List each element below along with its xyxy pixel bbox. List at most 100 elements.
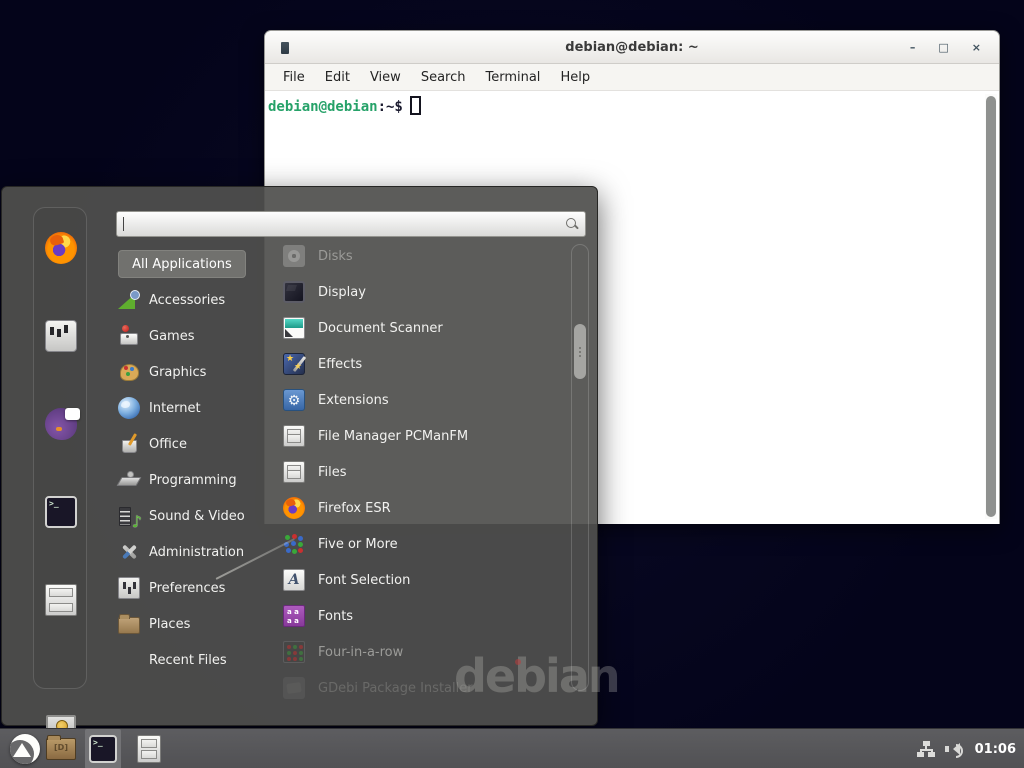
app-label: Files — [318, 465, 347, 480]
category-label: Office — [149, 437, 187, 452]
app-label: Document Scanner — [318, 321, 443, 336]
close-button[interactable]: × — [972, 42, 981, 53]
app-list-scrollbar-thumb[interactable] — [574, 324, 586, 379]
menu-view[interactable]: View — [360, 66, 411, 89]
gdebi-icon — [283, 677, 305, 699]
app-label: Fonts — [318, 609, 353, 624]
category-sound-video[interactable]: Sound & Video — [118, 498, 278, 534]
menu-terminal[interactable]: Terminal — [475, 66, 550, 89]
terminal-titlebar[interactable]: debian@debian: ~ – □ × — [265, 31, 999, 64]
desktop: debian@debian: ~ – □ × File Edit View Se… — [0, 0, 1024, 768]
app-extensions[interactable]: Extensions — [283, 382, 559, 418]
app-label: Five or More — [318, 537, 398, 552]
app-five-or-more[interactable]: Five or More — [283, 526, 559, 562]
category-programming[interactable]: Programming — [118, 462, 278, 498]
terminal-scrollbar[interactable] — [985, 94, 997, 519]
app-files[interactable]: Files — [283, 454, 559, 490]
prompt-user-host: debian@debian — [268, 99, 378, 115]
four-in-a-row-icon — [283, 641, 305, 663]
network-icon[interactable] — [917, 741, 935, 757]
terminal-cursor — [410, 96, 421, 115]
app-font-selection[interactable]: Font Selection — [283, 562, 559, 598]
preferences-icon — [118, 577, 140, 599]
terminal-icon — [89, 735, 117, 763]
file-cabinet-icon — [137, 735, 161, 763]
pidgin-icon[interactable] — [45, 408, 77, 440]
app-list-scrollbar[interactable] — [571, 244, 589, 691]
app-four-in-a-row[interactable]: Four-in-a-row — [283, 634, 559, 670]
category-administration[interactable]: Administration — [118, 534, 278, 570]
category-label: Sound & Video — [149, 509, 245, 524]
firefox-icon[interactable] — [45, 232, 77, 264]
search-input[interactable] — [116, 211, 586, 237]
maximize-button[interactable]: □ — [938, 42, 948, 53]
app-firefox-esr[interactable]: Firefox ESR — [283, 490, 559, 526]
app-file-manager-pcmanfm[interactable]: File Manager PCManFM — [283, 418, 559, 454]
category-internet[interactable]: Internet — [118, 390, 278, 426]
terminal-menubar: File Edit View Search Terminal Help — [265, 64, 999, 91]
category-office[interactable]: Office — [118, 426, 278, 462]
accessories-icon — [118, 289, 140, 311]
file-cabinet-icon — [283, 461, 305, 483]
category-label: Programming — [149, 473, 237, 488]
games-icon — [118, 325, 140, 347]
effects-icon — [283, 353, 305, 375]
menu-help[interactable]: Help — [550, 66, 600, 89]
category-places[interactable]: Places — [118, 606, 278, 642]
fonts-icon — [283, 605, 305, 627]
app-label: Extensions — [318, 393, 389, 408]
app-label: Disks — [318, 249, 353, 264]
terminal-scrollbar-thumb[interactable] — [986, 96, 996, 517]
app-label: Display — [318, 285, 366, 300]
office-icon — [118, 433, 140, 455]
prompt-suffix: :~$ — [378, 99, 403, 115]
category-label: Places — [149, 617, 190, 632]
text-caret — [123, 217, 124, 231]
category-label: Graphics — [149, 365, 206, 380]
terminal-window-icon — [281, 42, 289, 54]
menu-edit[interactable]: Edit — [315, 66, 360, 89]
internet-icon — [118, 397, 140, 419]
volume-icon[interactable] — [945, 741, 965, 757]
app-label: Firefox ESR — [318, 501, 391, 516]
all-applications-button[interactable]: All Applications — [118, 250, 246, 278]
minimize-button[interactable]: – — [910, 42, 916, 53]
category-recent-files[interactable]: Recent Files — [118, 642, 278, 678]
app-effects[interactable]: Effects — [283, 346, 559, 382]
file-cabinet-icon[interactable] — [45, 584, 77, 616]
folder-icon — [46, 738, 76, 760]
app-display[interactable]: Display — [283, 274, 559, 310]
category-games[interactable]: Games — [118, 318, 278, 354]
start-menu-button[interactable] — [8, 729, 42, 768]
app-fonts[interactable]: Fonts — [283, 598, 559, 634]
category-accessories[interactable]: Accessories — [118, 282, 278, 318]
menu-file[interactable]: File — [273, 66, 315, 89]
app-label: File Manager PCManFM — [318, 429, 468, 444]
category-label: Internet — [149, 401, 201, 416]
category-label: Games — [149, 329, 194, 344]
taskbar-files-button[interactable] — [132, 729, 166, 768]
app-label: Four-in-a-row — [318, 645, 403, 660]
mixer-icon[interactable] — [45, 320, 77, 352]
system-tray: 01:06 — [917, 729, 1016, 768]
app-document-scanner[interactable]: Document Scanner — [283, 310, 559, 346]
terminal-icon[interactable] — [45, 496, 77, 528]
category-preferences[interactable]: Preferences — [118, 570, 278, 606]
start-menu-icon — [10, 734, 40, 764]
app-disks[interactable]: Disks — [283, 238, 559, 274]
app-label: Font Selection — [318, 573, 410, 588]
places-icon — [118, 617, 140, 634]
disks-icon — [283, 245, 305, 267]
taskbar-terminal-button[interactable] — [85, 729, 121, 768]
app-label: Effects — [318, 357, 362, 372]
category-label: Recent Files — [149, 653, 227, 668]
taskbar-folder-button[interactable] — [44, 729, 78, 768]
menu-search[interactable]: Search — [411, 66, 476, 89]
app-gdebi-package-installer[interactable]: GDebi Package Installer — [283, 670, 559, 704]
programming-icon — [118, 469, 140, 491]
clock[interactable]: 01:06 — [975, 742, 1016, 757]
search-icon — [565, 217, 579, 231]
category-graphics[interactable]: Graphics — [118, 354, 278, 390]
administration-icon — [118, 541, 140, 563]
category-list: Accessories Games Graphics Internet Offi… — [118, 282, 278, 678]
